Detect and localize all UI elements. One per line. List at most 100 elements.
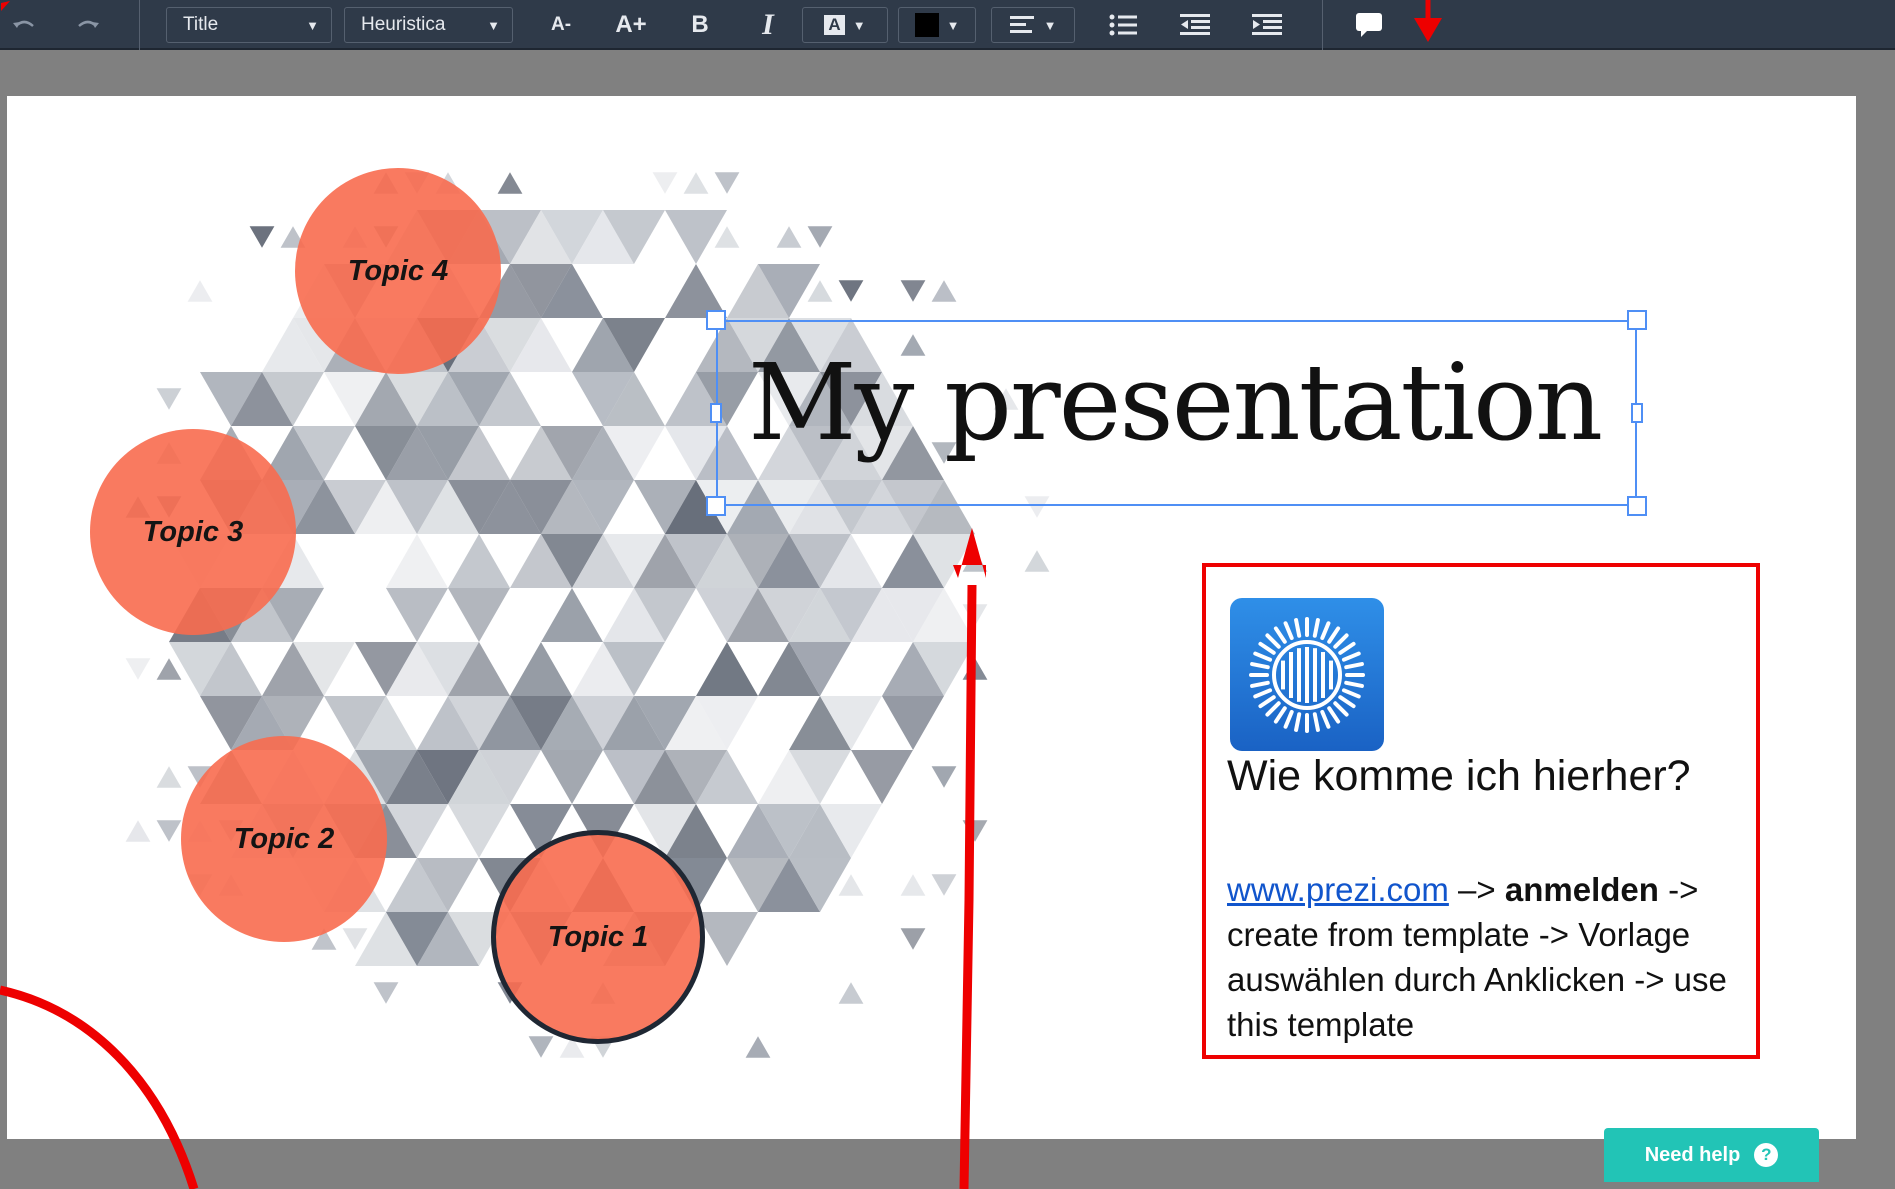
need-help-label: Need help <box>1644 1143 1741 1166</box>
topic-4-circle[interactable]: Topic 4 <box>295 168 501 374</box>
pattern-triangle <box>1024 550 1050 572</box>
decrease-font-button[interactable]: A- <box>541 7 581 43</box>
pattern-triangle <box>386 588 448 642</box>
resize-handle-right[interactable] <box>1631 403 1643 423</box>
prezi-link[interactable]: www.prezi.com <box>1227 871 1449 908</box>
bulleted-list-icon[interactable] <box>1106 7 1140 43</box>
pattern-triangle <box>665 210 727 264</box>
pattern-triangle <box>510 642 572 696</box>
slide-canvas[interactable]: Topic 4 Topic 3 Topic 2 Topic 1 My prese… <box>7 96 1856 1139</box>
indent-icon[interactable] <box>1250 7 1284 43</box>
topic-label: Topic 1 <box>547 920 649 953</box>
selected-title-textbox[interactable]: My presentation <box>706 310 1647 516</box>
pattern-triangle <box>807 226 833 248</box>
pattern-triangle <box>696 642 758 696</box>
logo-ray <box>1320 709 1331 729</box>
pattern-triangle <box>962 820 988 842</box>
pattern-triangle <box>448 588 510 642</box>
color-swatch <box>914 13 939 37</box>
logo-ray <box>1341 687 1361 698</box>
align-left-icon <box>1009 16 1034 33</box>
pattern-triangle <box>528 1036 554 1058</box>
topic-2-circle[interactable]: Topic 2 <box>181 736 387 942</box>
logo-ray <box>1265 700 1281 717</box>
pattern-triangle <box>900 928 926 950</box>
logo-ray <box>1333 700 1349 717</box>
text-style-value: Title <box>183 14 219 35</box>
pattern-triangle <box>497 172 523 194</box>
logo-ray <box>1341 651 1361 662</box>
chevron-down-icon: ▼ <box>306 17 319 33</box>
logo-ray <box>1294 711 1302 732</box>
pattern-triangle <box>156 658 182 680</box>
resize-handle-left[interactable] <box>710 403 722 423</box>
pattern-triangle <box>745 1036 771 1058</box>
bold-button[interactable]: B <box>682 7 718 43</box>
pattern-triangle <box>448 534 510 588</box>
outdent-icon[interactable] <box>1178 7 1212 43</box>
logo-ray <box>1250 680 1270 688</box>
pattern-triangle <box>386 534 448 588</box>
pattern-triangle <box>838 982 864 1004</box>
logo-ray <box>1338 694 1356 708</box>
help-question-icon: ? <box>1754 1143 1779 1167</box>
pattern-triangle <box>900 280 926 302</box>
presentation-title[interactable]: My presentation <box>748 334 1603 472</box>
logo-ray <box>1253 687 1273 698</box>
pattern-triangle <box>187 280 213 302</box>
pattern-triangle <box>448 804 510 858</box>
logo-ray <box>1344 680 1364 688</box>
prezi-logo-icon <box>1230 598 1384 751</box>
text-style-select[interactable]: Title ▼ <box>166 7 332 43</box>
resize-handle-bottom-left[interactable] <box>706 496 726 516</box>
text-color-button[interactable]: ▼ <box>898 7 976 43</box>
logo-ray <box>1258 641 1276 655</box>
pattern-triangle <box>541 588 603 642</box>
pattern-triangle <box>249 226 275 248</box>
instruction-callout: Wie komme ich hierher? www.prezi.com –> … <box>1202 563 1760 1059</box>
topic-label: Topic 4 <box>347 254 449 287</box>
logo-ray <box>1338 641 1356 655</box>
comment-icon[interactable] <box>1352 7 1386 43</box>
logo-ray <box>1294 617 1302 638</box>
font-family-select[interactable]: Heuristica ▼ <box>344 7 513 43</box>
logo-ray <box>1327 625 1341 644</box>
logo-ray <box>1312 617 1320 638</box>
topic-3-circle[interactable]: Topic 3 <box>90 429 296 635</box>
logo-ray <box>1250 661 1270 669</box>
resize-handle-top-left[interactable] <box>706 310 726 330</box>
highlight-icon: A <box>824 15 845 35</box>
topic-label: Topic 2 <box>233 822 335 855</box>
pattern-triangle <box>125 658 151 680</box>
pattern-triangle <box>714 226 740 248</box>
resize-handle-bottom-right[interactable] <box>1627 496 1647 516</box>
pattern-triangle <box>156 820 182 842</box>
logo-ray <box>1344 661 1364 669</box>
logo-ray <box>1283 709 1294 729</box>
highlight-color-button[interactable]: A ▼ <box>802 7 888 43</box>
logo-ray <box>1273 625 1287 644</box>
pattern-triangle <box>838 874 864 896</box>
toolbar-divider <box>139 0 140 50</box>
pattern-triangle <box>373 982 399 1004</box>
logo-ray <box>1253 651 1273 662</box>
pattern-triangle <box>125 820 151 842</box>
increase-font-button[interactable]: A+ <box>609 7 653 43</box>
pattern-triangle <box>714 172 740 194</box>
logo-ray <box>1273 705 1287 724</box>
redo-icon[interactable] <box>72 7 104 43</box>
alignment-button[interactable]: ▼ <box>991 7 1075 43</box>
italic-button[interactable]: I <box>750 7 786 43</box>
pattern-triangle <box>900 874 926 896</box>
pattern-triangle <box>962 604 988 626</box>
undo-icon[interactable] <box>8 7 40 43</box>
editor-toolbar: Title ▼ Heuristica ▼ A- A+ B I A ▼ ▼ ▼ <box>0 0 1895 50</box>
logo-ray <box>1258 694 1276 708</box>
resize-handle-top-right[interactable] <box>1627 310 1647 330</box>
logo-ray <box>1327 705 1341 724</box>
chevron-down-icon: ▼ <box>852 17 866 33</box>
topic-1-circle[interactable]: Topic 1 <box>491 830 705 1044</box>
pattern-triangle <box>156 388 182 410</box>
pattern-triangle <box>962 658 988 680</box>
need-help-button[interactable]: Need help ? <box>1604 1128 1819 1182</box>
